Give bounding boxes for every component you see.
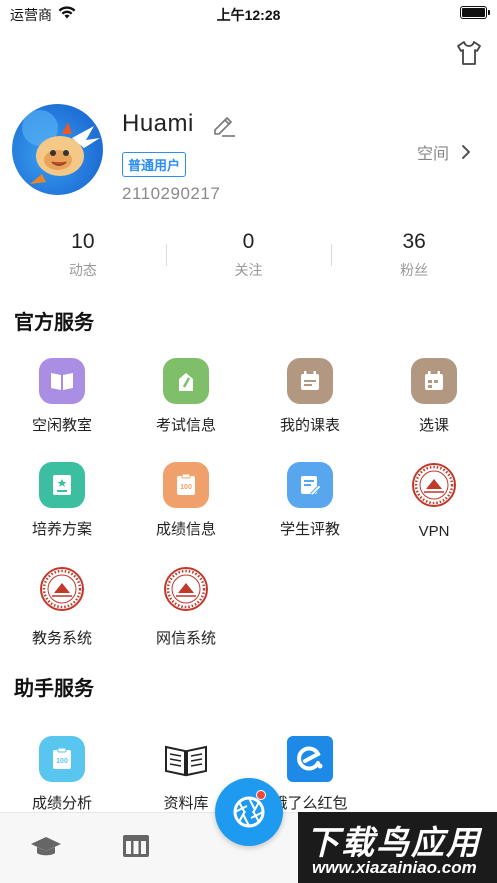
university-seal-icon xyxy=(164,567,208,611)
camera-shutter-button[interactable] xyxy=(215,778,283,846)
svg-text:100: 100 xyxy=(180,484,192,491)
tile-free-classroom[interactable]: 空闲教室 xyxy=(0,358,124,435)
graduation-cap-icon[interactable] xyxy=(30,833,62,859)
avatar[interactable] xyxy=(12,104,103,195)
table-icon[interactable] xyxy=(122,833,150,859)
watermark-title: 下载鸟应用 xyxy=(306,824,481,861)
pencil-paper-icon xyxy=(163,358,209,404)
tile-network-system[interactable]: 网信系统 xyxy=(124,566,248,648)
eleme-icon xyxy=(287,736,333,782)
open-book-icon xyxy=(163,736,209,782)
tile-vpn[interactable]: VPN xyxy=(372,462,496,540)
stats-row: 10 动态 0 关注 36 粉丝 xyxy=(0,228,497,288)
evaluate-icon xyxy=(287,462,333,508)
stat-value: 10 xyxy=(71,230,95,253)
tile-label: 教务系统 xyxy=(31,630,92,647)
stat-followers[interactable]: 36 粉丝 xyxy=(331,228,497,288)
tile-exam-info[interactable]: 考试信息 xyxy=(124,358,248,435)
status-bar: 运营商 上午12:28 xyxy=(0,0,497,26)
tile-training-plan[interactable]: 培养方案 xyxy=(0,462,124,539)
stat-value: 36 xyxy=(402,230,426,253)
tile-my-timetable[interactable]: 我的课表 xyxy=(248,358,372,435)
space-link[interactable]: 空间 xyxy=(417,140,471,164)
watermark-url: www.xiazainiao.com xyxy=(312,858,477,877)
stat-posts[interactable]: 10 动态 xyxy=(0,228,166,288)
plan-icon xyxy=(39,462,85,508)
tile-grade-info[interactable]: 100 成绩信息 xyxy=(124,462,248,539)
avatar-image xyxy=(22,110,100,184)
tile-label: 我的课表 xyxy=(279,417,340,434)
svg-text:100: 100 xyxy=(56,758,68,765)
user-type-badge: 普通用户 xyxy=(122,152,187,177)
shirt-icon[interactable] xyxy=(455,40,483,66)
profile-header: Huami 普通用户 2110290217 空间 xyxy=(12,104,485,203)
tile-course-selection[interactable]: 选课 xyxy=(372,358,496,435)
username: Huami xyxy=(122,110,194,137)
tile-label: 成绩信息 xyxy=(155,521,216,538)
tile-label: 考试信息 xyxy=(155,417,216,434)
tile-label: VPN xyxy=(418,523,450,540)
user-id: 2110290217 xyxy=(122,184,221,203)
score-icon: 100 xyxy=(163,462,209,508)
score-analysis-icon: 100 xyxy=(39,736,85,782)
tile-label: 培养方案 xyxy=(31,521,92,538)
official-services-title: 官方服务 xyxy=(14,312,94,334)
assistant-services-title: 助手服务 xyxy=(14,678,94,700)
tile-grade-analysis[interactable]: 100 成绩分析 xyxy=(0,736,124,813)
stat-label: 动态 xyxy=(68,262,97,278)
tile-label: 成绩分析 xyxy=(31,795,92,812)
university-seal-icon xyxy=(40,567,84,611)
tile-label: 学生评教 xyxy=(279,521,340,538)
watermark: 下载鸟应用 www.xiazainiao.com xyxy=(298,812,497,883)
space-label: 空间 xyxy=(416,146,449,163)
chevron-right-icon xyxy=(462,145,470,159)
edit-icon[interactable] xyxy=(209,110,237,138)
calendar-select-icon xyxy=(411,358,457,404)
book-icon xyxy=(39,358,85,404)
university-seal-icon xyxy=(412,463,456,507)
notification-dot xyxy=(256,790,266,800)
calendar-icon xyxy=(287,358,333,404)
tile-student-evaluation[interactable]: 学生评教 xyxy=(248,462,372,539)
tile-label: 空闲教室 xyxy=(31,417,92,434)
stat-following[interactable]: 0 关注 xyxy=(165,228,332,288)
stat-value: 0 xyxy=(242,230,255,253)
battery-icon xyxy=(460,6,490,19)
stat-label: 关注 xyxy=(234,262,263,278)
tile-academic-system[interactable]: 教务系统 xyxy=(0,566,124,648)
tile-label: 网信系统 xyxy=(155,630,216,647)
status-time: 上午12:28 xyxy=(216,7,281,23)
stat-label: 粉丝 xyxy=(400,262,429,278)
tile-label: 选课 xyxy=(418,417,449,434)
